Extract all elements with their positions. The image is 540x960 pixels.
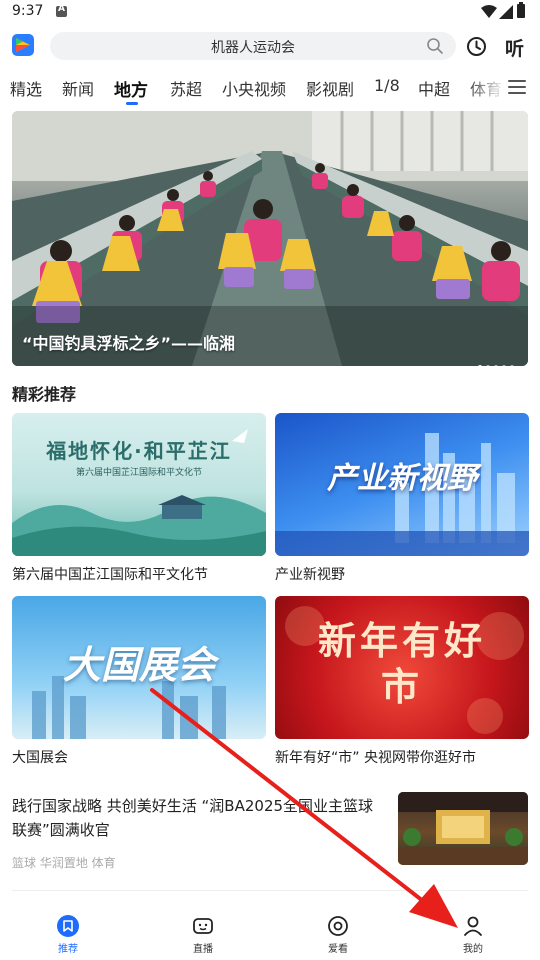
listen-button[interactable]: 听 (505, 34, 524, 61)
nav-mine[interactable]: 我的 (443, 915, 503, 955)
nav-live[interactable]: 直播 (173, 915, 233, 955)
nav-label: 我的 (463, 944, 483, 955)
hero-caption: “中国钓具浮标之乡”——临湘 (22, 334, 236, 353)
tab-one-eighth[interactable]: 1/8 (374, 76, 400, 95)
search-icon[interactable] (426, 37, 444, 55)
recommend-card-industry-vision[interactable]: 产业新视野 产业新视野 (275, 413, 529, 584)
search-input[interactable]: 机器人运动会 (50, 32, 456, 60)
wifi-icon (481, 5, 497, 18)
tab-jingxuan[interactable]: 精选 (10, 76, 42, 100)
card-image-headline: 新年有好市 (317, 619, 486, 709)
tab-xinwen[interactable]: 新闻 (62, 76, 94, 100)
news-title: 践行国家战略 共创美好生活 “润BA2025全国业主篮球联赛”圆满收官 (12, 797, 374, 839)
card-title: 大国展会 (12, 750, 68, 766)
card-title: 新年有好“市” 央视网带你逛好市 (275, 750, 476, 766)
news-thumbnail (398, 792, 528, 865)
battery-icon (517, 2, 525, 18)
nav-label: 推荐 (58, 944, 78, 955)
recommend-card-peace-festival[interactable]: 福地怀化·和平芷江 第六届中国芷江国际和平文化节 第六届中国芷江国际和平文化节 (12, 413, 266, 584)
card-image-headline: 产业新视野 (327, 461, 477, 496)
tab-zhongchao[interactable]: 中超 (418, 76, 450, 100)
search-query: 机器人运动会 (211, 40, 295, 56)
history-icon[interactable] (466, 36, 487, 57)
signal-icon (499, 5, 513, 19)
tabs-menu-icon[interactable] (508, 80, 526, 96)
channel-tabs: 精选 新闻 地方 苏超 小央视频 影视剧 1/8 中超 体育 (0, 70, 540, 106)
section-title: 精彩推荐 (12, 385, 77, 404)
app-logo-icon[interactable] (12, 34, 34, 56)
hero-factory-image (12, 111, 528, 366)
card-image: 新年有好市 (275, 596, 529, 739)
card-image-headline: 福地怀化·和平芷江 (46, 439, 232, 463)
divider (12, 890, 528, 891)
news-meta: 篮球 华润置地 体育 (12, 856, 116, 870)
card-image: 福地怀化·和平芷江 第六届中国芷江国际和平文化节 (12, 413, 266, 556)
target-icon (328, 916, 348, 936)
nav-recommend[interactable]: 推荐 (38, 915, 98, 955)
card-image-headline: 大国展会 (62, 643, 215, 687)
news-list-item[interactable]: 践行国家战略 共创美好生活 “润BA2025全国业主篮球联赛”圆满收官 篮球 华… (12, 792, 528, 882)
tab-difang[interactable]: 地方 (114, 76, 148, 101)
bottom-nav: 推荐 直播 爱看 我的 (0, 905, 540, 960)
recommend-card-new-year-market[interactable]: 新年有好市 新年有好“市” 央视网带你逛好市 (275, 596, 529, 767)
active-tab-indicator (126, 102, 138, 105)
tab-xiaoyang-video[interactable]: 小央视频 (222, 76, 286, 100)
recommend-card-major-expo[interactable]: 大国展会 大国展会 (12, 596, 266, 767)
card-image-subline: 第六届中国芷江国际和平文化节 (75, 468, 202, 478)
card-image: 大国展会 (12, 596, 266, 739)
status-bar: 9:37 (0, 0, 540, 26)
person-icon (464, 916, 482, 936)
nav-watch[interactable]: 爱看 (308, 915, 368, 955)
card-title: 产业新视野 (275, 567, 345, 583)
carousel-dots (474, 354, 514, 366)
card-title: 第六届中国芷江国际和平文化节 (12, 567, 208, 583)
tab-yingshiju[interactable]: 影视剧 (306, 76, 354, 100)
status-time: 9:37 (12, 3, 44, 19)
nav-label: 爱看 (328, 944, 348, 955)
hero-banner[interactable]: “中国钓具浮标之乡”——临湘 (12, 111, 528, 366)
notification-a-icon (56, 4, 67, 17)
nav-label: 直播 (193, 944, 213, 955)
bookmark-icon (57, 915, 79, 937)
tv-icon (193, 918, 213, 934)
tab-suchao[interactable]: 苏超 (170, 76, 202, 100)
card-image: 产业新视野 (275, 413, 529, 556)
